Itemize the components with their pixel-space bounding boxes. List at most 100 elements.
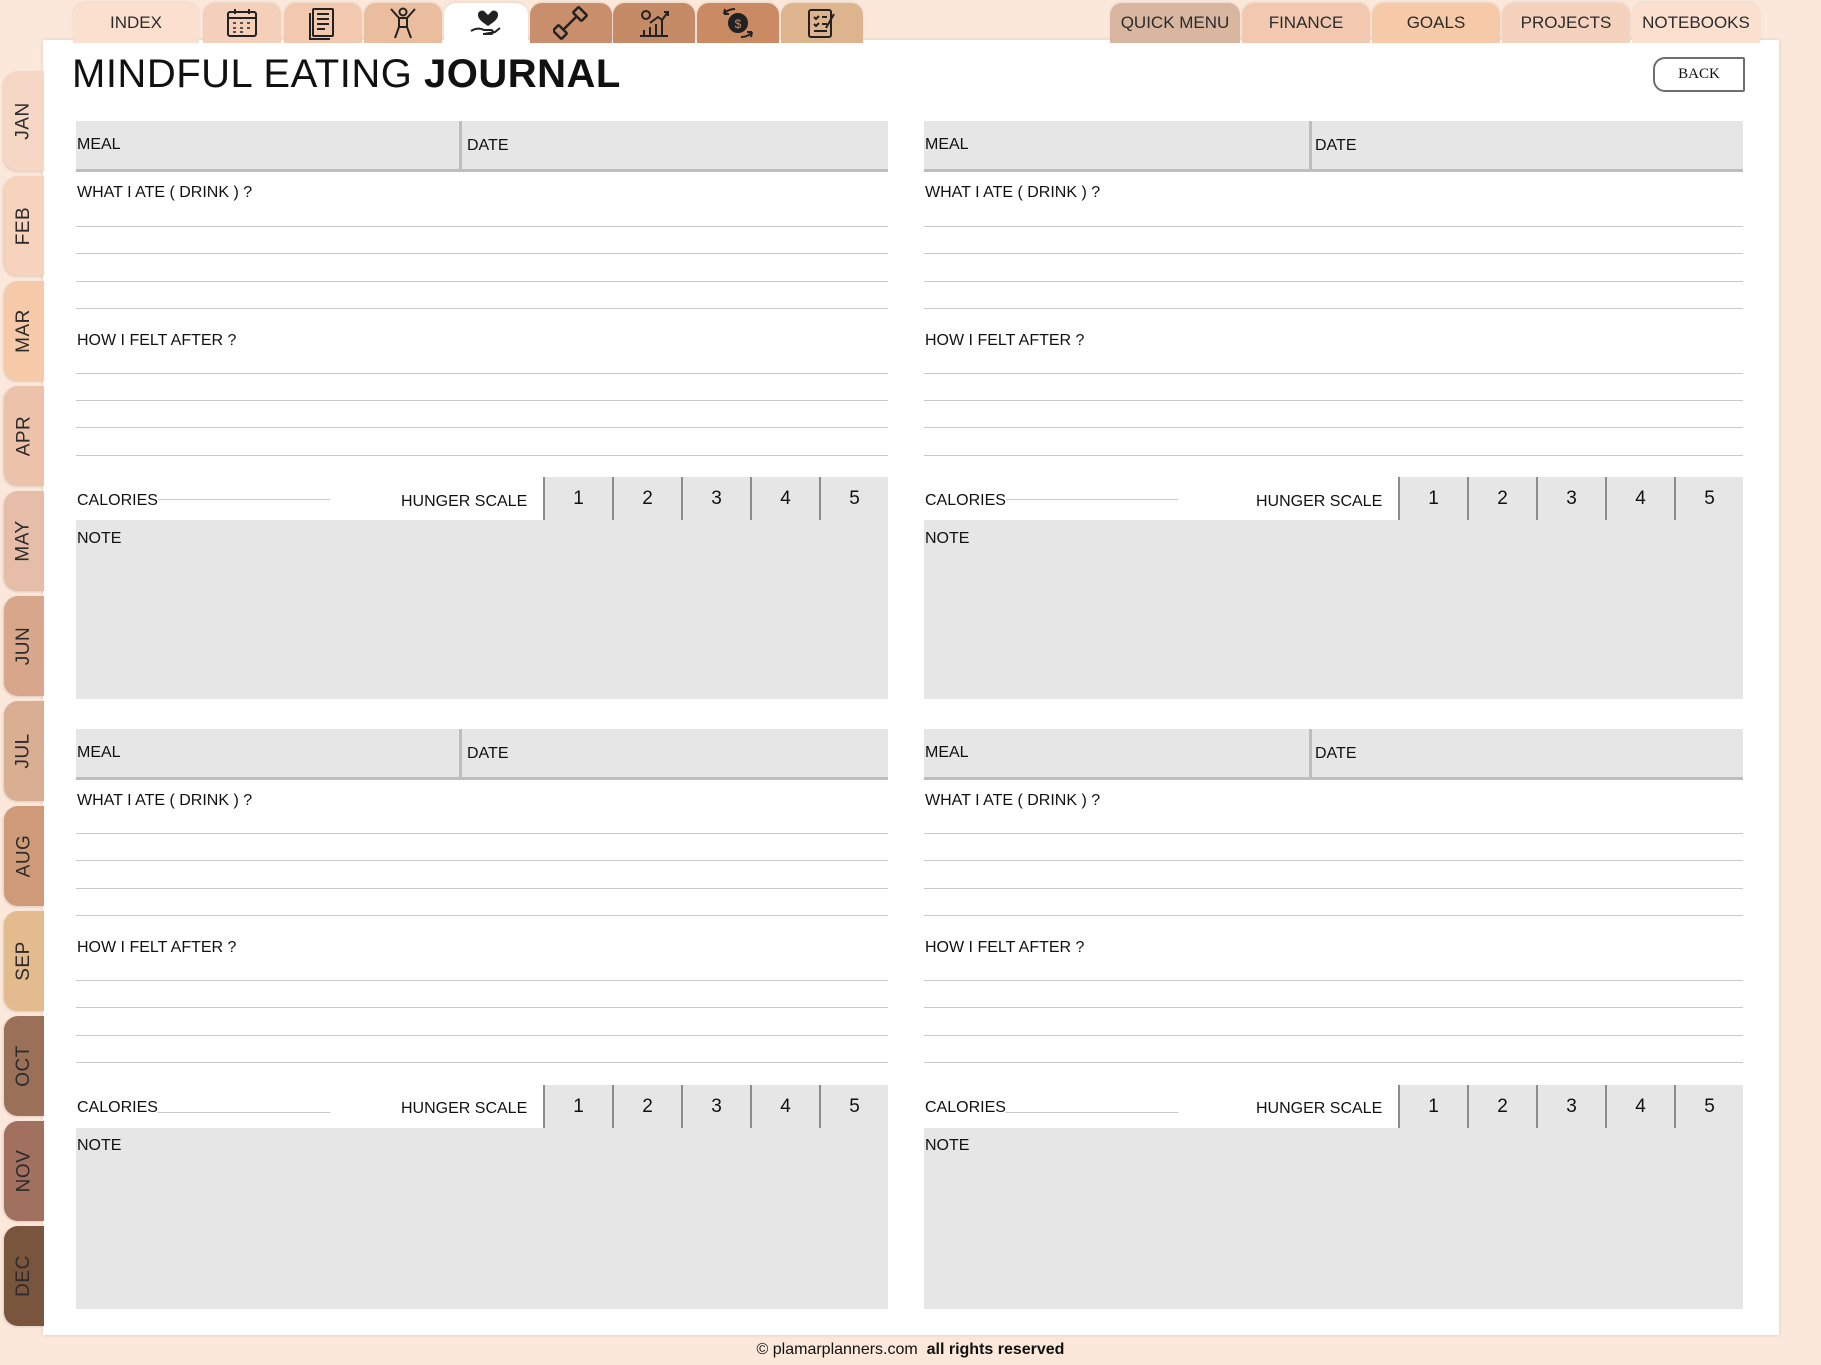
date-input[interactable] (1312, 729, 1743, 777)
tab-notebooks[interactable]: NOTEBOOKS (1632, 3, 1760, 43)
hunger-scale-option[interactable]: 3 (681, 477, 750, 520)
tab-index[interactable]: INDEX (73, 3, 199, 43)
date-input[interactable] (462, 121, 888, 169)
date-input[interactable] (1312, 121, 1743, 169)
what-i-ate-line[interactable] (76, 281, 888, 282)
hunger-scale-option[interactable]: 2 (1467, 1085, 1536, 1128)
hunger-scale-option[interactable]: 4 (750, 477, 819, 520)
month-tab-dec[interactable]: DEC (4, 1226, 44, 1326)
tab-projects[interactable]: PROJECTS (1502, 3, 1630, 43)
hunger-scale-option[interactable]: 1 (1398, 1085, 1467, 1128)
hunger-scale-label: HUNGER SCALE (1256, 1100, 1383, 1117)
month-tab-jan[interactable]: JAN (4, 71, 44, 171)
hunger-scale-option[interactable]: 4 (1605, 1085, 1674, 1128)
tab-goals-chart[interactable] (613, 3, 695, 43)
hunger-scale-option[interactable]: 5 (1674, 1085, 1743, 1128)
hunger-scale-option[interactable]: 5 (819, 1085, 888, 1128)
what-i-ate-line[interactable] (76, 253, 888, 254)
calories-input[interactable] (158, 1112, 330, 1113)
what-i-ate-line[interactable] (76, 308, 888, 309)
hunger-scale-option[interactable]: 5 (819, 477, 888, 520)
how-i-felt-line[interactable] (76, 1007, 888, 1008)
month-tab-apr[interactable]: APR (4, 386, 44, 486)
meal-input[interactable] (76, 121, 459, 169)
hunger-scale-option[interactable]: 2 (1467, 477, 1536, 520)
what-i-ate-line[interactable] (924, 226, 1743, 227)
tab-documents[interactable] (284, 3, 362, 43)
hunger-scale-option[interactable]: 4 (750, 1085, 819, 1128)
meal-input[interactable] (924, 729, 1309, 777)
month-tab-feb[interactable]: FEB (4, 176, 44, 276)
hunger-scale-option[interactable]: 4 (1605, 477, 1674, 520)
hunger-scale-option[interactable]: 1 (543, 1085, 612, 1128)
what-i-ate-line[interactable] (924, 308, 1743, 309)
what-i-ate-line[interactable] (76, 833, 888, 834)
how-i-felt-line[interactable] (924, 400, 1743, 401)
how-i-felt-line[interactable] (76, 1062, 888, 1063)
hunger-scale-option[interactable]: 2 (612, 477, 681, 520)
how-i-felt-line[interactable] (76, 980, 888, 981)
month-tab-jul[interactable]: JUL (4, 701, 44, 801)
hunger-scale-option[interactable]: 5 (1674, 477, 1743, 520)
month-tab-label: JAN (13, 102, 34, 140)
hunger-scale-label: HUNGER SCALE (1256, 493, 1383, 510)
what-i-ate-line[interactable] (924, 833, 1743, 834)
month-tab-jun[interactable]: JUN (4, 596, 44, 696)
calories-label: CALORIES (77, 1099, 158, 1116)
hunger-scale-option[interactable]: 3 (1536, 1085, 1605, 1128)
hunger-scale-option[interactable]: 3 (681, 1085, 750, 1128)
hunger-scale-option[interactable]: 2 (612, 1085, 681, 1128)
how-i-felt-line[interactable] (924, 980, 1743, 981)
calories-input[interactable] (1006, 1112, 1178, 1113)
how-i-felt-line[interactable] (76, 1035, 888, 1036)
hunger-scale-option[interactable]: 1 (543, 477, 612, 520)
hunger-scale-option[interactable]: 1 (1398, 477, 1467, 520)
what-i-ate-line[interactable] (924, 915, 1743, 916)
month-tab-aug[interactable]: AUG (4, 806, 44, 906)
note-area[interactable] (924, 520, 1743, 699)
how-i-felt-line[interactable] (924, 455, 1743, 456)
tab-mindful-eating[interactable] (444, 3, 528, 43)
what-i-ate-line[interactable] (76, 915, 888, 916)
meal-input[interactable] (924, 121, 1309, 169)
tab-workout[interactable] (530, 3, 612, 43)
tab-quick-menu[interactable]: QUICK MENU (1110, 3, 1240, 43)
month-tab-mar[interactable]: MAR (4, 281, 44, 381)
tab-finance[interactable]: FINANCE (1242, 3, 1370, 43)
tab-goals[interactable]: GOALS (1372, 3, 1500, 43)
what-i-ate-line[interactable] (924, 281, 1743, 282)
what-i-ate-label: WHAT I ATE ( DRINK ) ? (925, 184, 1101, 201)
back-button[interactable]: BACK (1653, 57, 1745, 92)
month-tab-nov[interactable]: NOV (4, 1121, 44, 1221)
month-tab-sep[interactable]: SEP (4, 911, 44, 1011)
tab-checklist[interactable] (781, 3, 863, 43)
hunger-scale-option[interactable]: 3 (1536, 477, 1605, 520)
month-tab-may[interactable]: MAY (4, 491, 44, 591)
month-tab-oct[interactable]: OCT (4, 1016, 44, 1116)
how-i-felt-line[interactable] (76, 373, 888, 374)
what-i-ate-line[interactable] (924, 888, 1743, 889)
how-i-felt-line[interactable] (924, 373, 1743, 374)
how-i-felt-line[interactable] (924, 1035, 1743, 1036)
tab-wellness[interactable] (364, 3, 442, 43)
tab-calendar[interactable] (203, 3, 281, 43)
what-i-ate-line[interactable] (76, 888, 888, 889)
what-i-ate-line[interactable] (76, 860, 888, 861)
calories-input[interactable] (1006, 499, 1178, 500)
note-area[interactable] (76, 520, 888, 699)
how-i-felt-line[interactable] (76, 427, 888, 428)
tab-money[interactable]: $ (697, 3, 779, 43)
note-area[interactable] (76, 1128, 888, 1309)
how-i-felt-line[interactable] (924, 1007, 1743, 1008)
what-i-ate-line[interactable] (76, 226, 888, 227)
meal-input[interactable] (76, 729, 459, 777)
note-area[interactable] (924, 1128, 1743, 1309)
date-input[interactable] (462, 729, 888, 777)
how-i-felt-line[interactable] (924, 1062, 1743, 1063)
what-i-ate-line[interactable] (924, 253, 1743, 254)
how-i-felt-line[interactable] (76, 455, 888, 456)
how-i-felt-line[interactable] (924, 427, 1743, 428)
how-i-felt-line[interactable] (76, 400, 888, 401)
what-i-ate-line[interactable] (924, 860, 1743, 861)
calories-input[interactable] (158, 499, 330, 500)
